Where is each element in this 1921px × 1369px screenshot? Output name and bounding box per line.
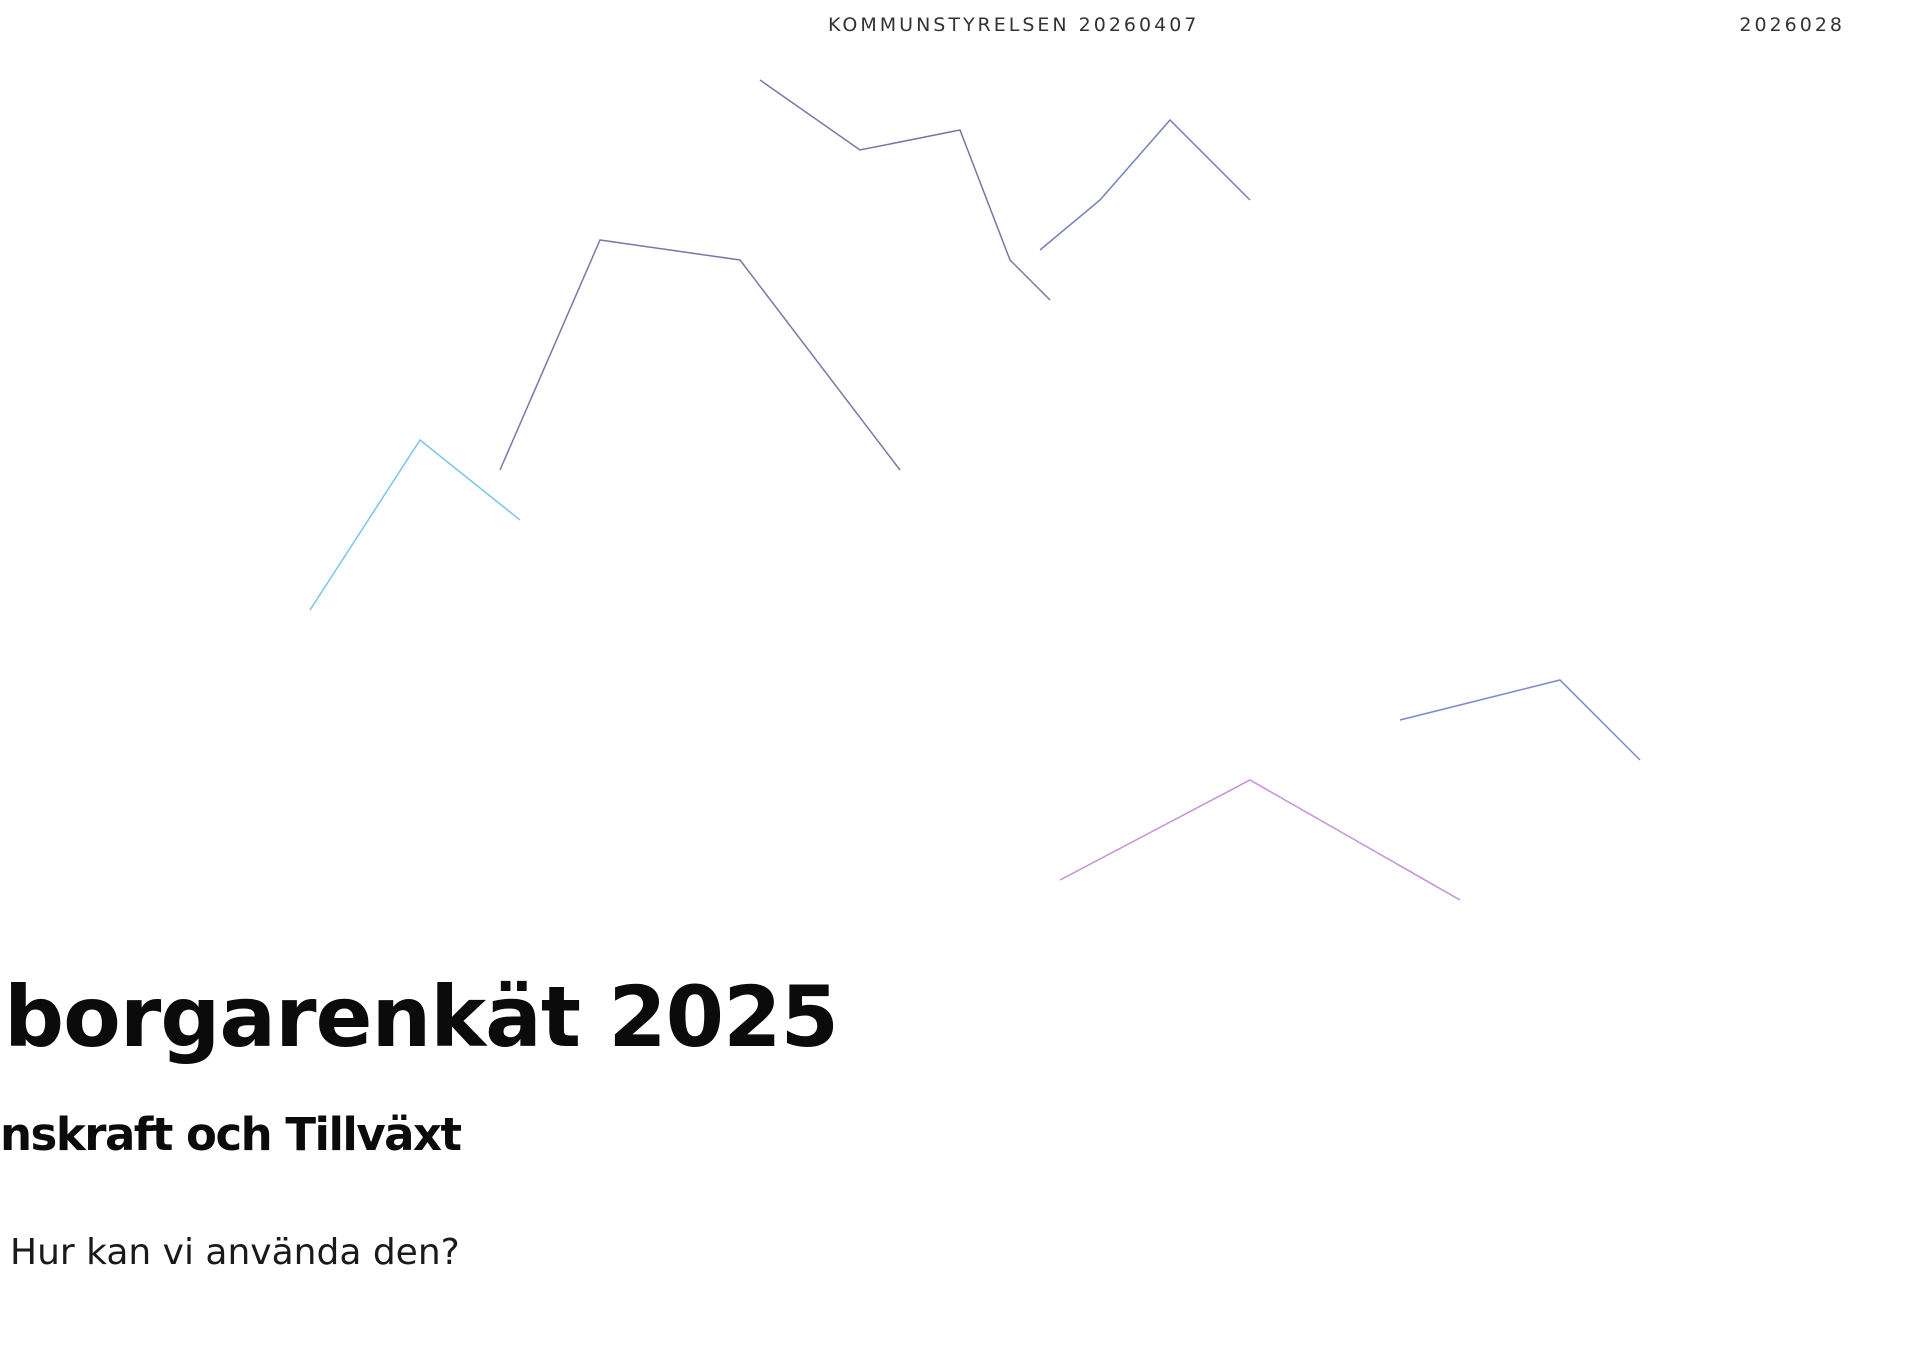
- meeting-label: KOMMUNSTYRELSEN 20260407: [828, 14, 1200, 36]
- cover-subtitle: nskraft och Tillväxt: [0, 1108, 462, 1161]
- cover-illustration: [0, 0, 1921, 1369]
- document-number: 2026028: [1739, 14, 1845, 36]
- cover-title: borgarenkät 2025: [4, 968, 839, 1066]
- cover-question: Hur kan vi använda den?: [10, 1232, 460, 1273]
